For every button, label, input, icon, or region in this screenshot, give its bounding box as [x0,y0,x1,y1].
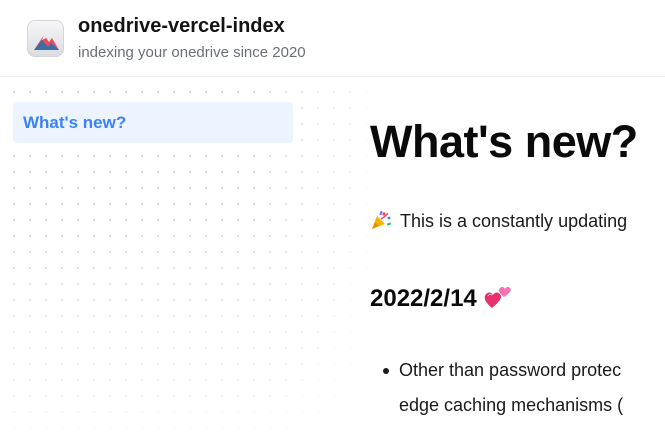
mountain-logo-icon[interactable] [27,20,64,57]
list-item-line: edge caching mechanisms ( [399,395,624,415]
section-heading: 2022/2/14 [370,284,513,313]
party-popper-icon [370,210,392,230]
intro-text: This is a constantly updating [400,211,628,231]
revolving-hearts-icon [483,284,513,310]
list-item: Other than password protec edge caching … [382,353,624,423]
site-title[interactable]: onedrive-vercel-index [78,15,285,38]
sidebar-item-label: What's new? [23,113,127,132]
main-content: What's new? This is a constantly updatin… [370,78,665,432]
changelog-list: Other than password protec edge caching … [382,353,624,423]
list-item-line: Other than password protec [399,360,622,380]
intro-paragraph: This is a constantly updating [370,210,627,232]
site-header: onedrive-vercel-index indexing your oned… [0,0,665,77]
page-title: What's new? [370,116,638,167]
sidebar-item-whats-new[interactable]: What's new? [13,102,293,143]
site-subtitle: indexing your onedrive since 2020 [78,44,306,61]
section-heading-text: 2022/2/14 [370,285,477,312]
